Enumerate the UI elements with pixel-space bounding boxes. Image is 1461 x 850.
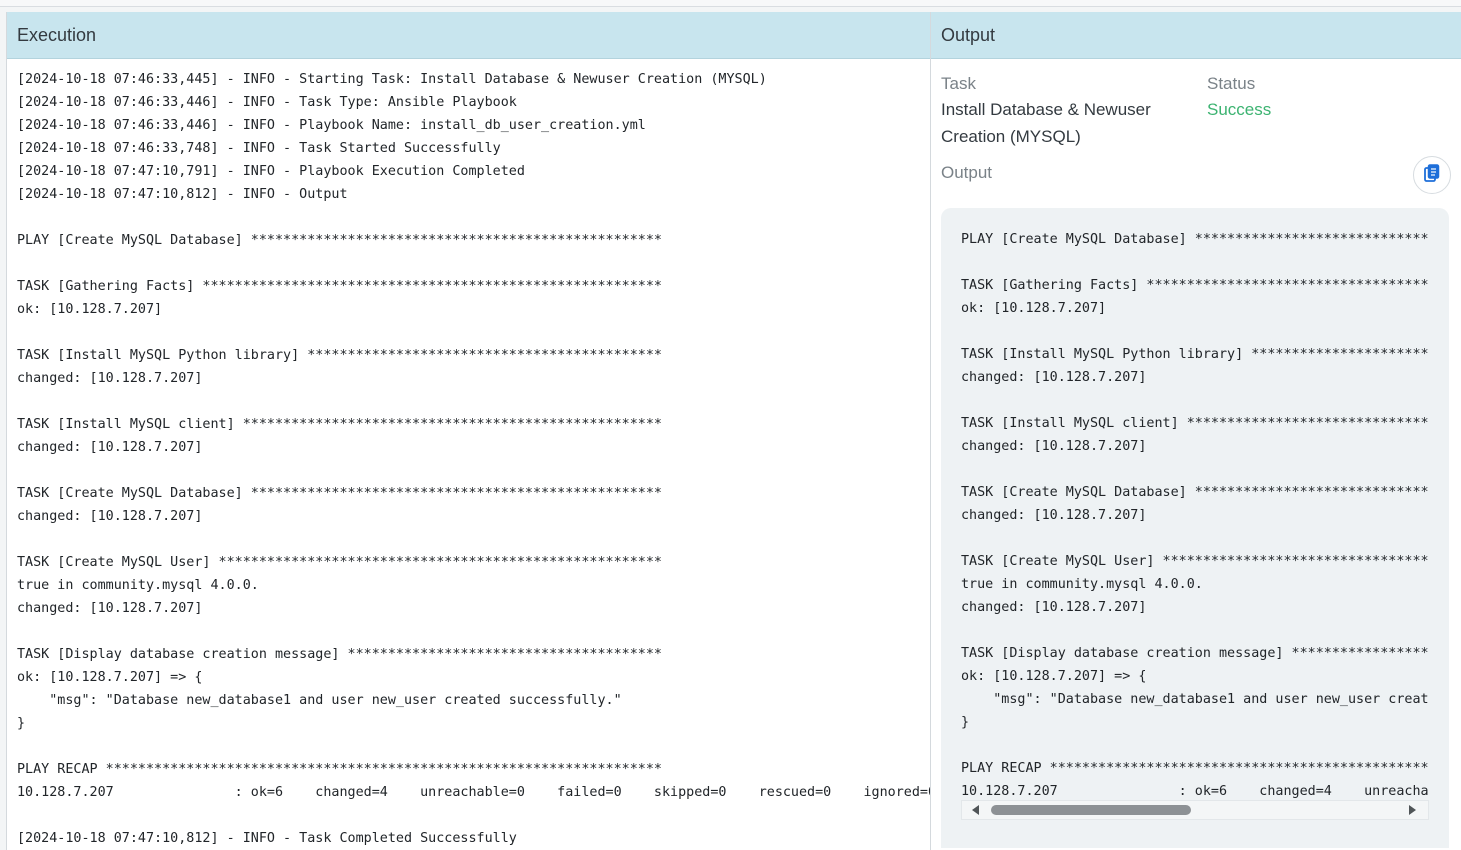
task-name: Install Database & Newuser Creation (MYS…: [941, 100, 1151, 146]
copy-icon: [1424, 163, 1440, 187]
scroll-right-icon[interactable]: [1409, 805, 1416, 815]
execution-log: [2024-10-18 07:46:33,445] - INFO - Start…: [17, 72, 930, 846]
output-label-row: Output: [941, 156, 1451, 196]
execution-panel: Execution [2024-10-18 07:46:33,445] - IN…: [6, 12, 931, 850]
execution-panel-title: Execution: [7, 12, 930, 59]
output-code-box[interactable]: PLAY [Create MySQL Database] ***********…: [941, 208, 1449, 848]
scroll-left-icon[interactable]: [972, 805, 979, 815]
output-panel: Output Task Install Database & Newuser C…: [931, 12, 1461, 850]
task-label: Task: [941, 74, 976, 93]
output-label: Output: [941, 163, 993, 182]
copy-button[interactable]: [1413, 156, 1451, 194]
horizontal-scrollbar[interactable]: [961, 800, 1429, 820]
output-code-viewport[interactable]: PLAY [Create MySQL Database] ***********…: [961, 228, 1429, 804]
output-panel-body: Task Install Database & Newuser Creation…: [931, 71, 1461, 196]
top-bar: [0, 0, 1461, 7]
status-label: Status: [1207, 74, 1256, 93]
task-status-row: Task Install Database & Newuser Creation…: [941, 71, 1451, 150]
scrollbar-thumb[interactable]: [991, 805, 1191, 815]
status-column: Status Success: [1207, 71, 1451, 150]
output-panel-title: Output: [931, 12, 1461, 59]
task-column: Task Install Database & Newuser Creation…: [941, 71, 1207, 150]
status-value: Success: [1207, 100, 1272, 119]
output-code: PLAY [Create MySQL Database] ***********…: [961, 232, 1429, 799]
